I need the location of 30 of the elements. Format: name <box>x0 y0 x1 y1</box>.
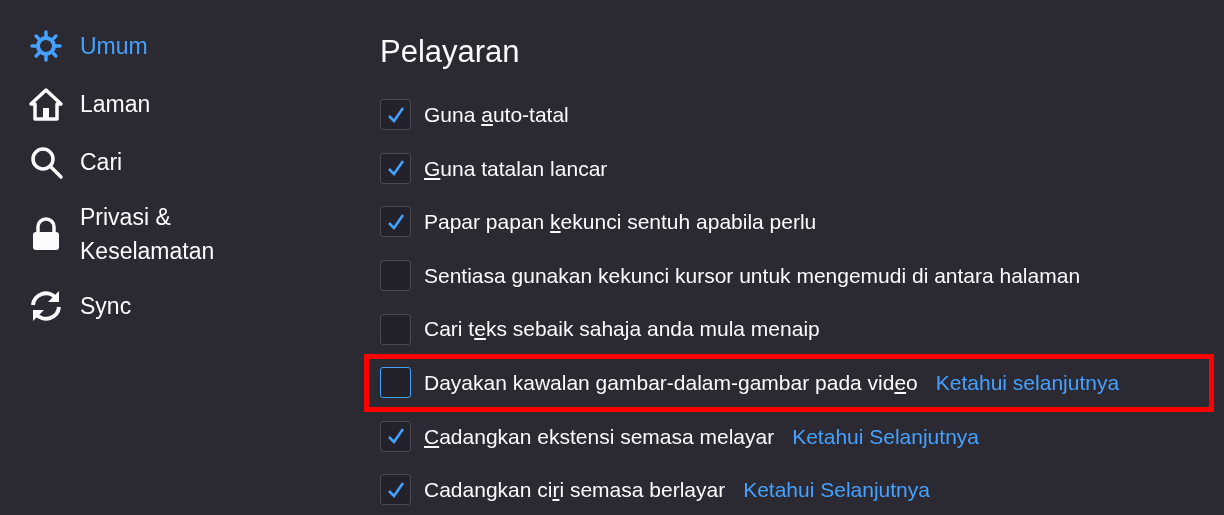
sidebar-item[interactable]: Sync <box>28 286 366 326</box>
home-icon <box>28 86 64 122</box>
section-title: Pelayaran <box>380 33 521 71</box>
option-label: Cadangkan ciri semasa berlayar <box>424 477 726 504</box>
checkmark-icon <box>385 212 406 232</box>
settings-icon <box>28 28 64 64</box>
checkbox[interactable] <box>380 260 411 292</box>
option-label: Guna tatalan lancar <box>424 155 608 182</box>
option-label: Papar papan kekunci sentuh apabila perlu <box>424 209 817 236</box>
checkbox[interactable] <box>380 152 411 184</box>
learn-more-link[interactable]: Ketahui Selanjutnya <box>743 474 930 506</box>
checkbox[interactable] <box>380 474 411 506</box>
checkbox[interactable] <box>380 313 411 345</box>
sync-icon <box>28 288 64 324</box>
option-label: Cadangkan ekstensi semasa melayar <box>424 423 775 450</box>
search-icon <box>28 144 64 180</box>
sidebar-item[interactable]: Cari <box>28 142 366 182</box>
sidebar-item[interactable]: Umum <box>28 26 366 66</box>
learn-more-link[interactable]: Ketahui selanjutnya <box>935 367 1120 399</box>
checkbox[interactable] <box>380 420 411 452</box>
option-label: Dayakan kawalan gambar-dalam-gambar pada video <box>424 370 918 396</box>
checkbox[interactable] <box>380 99 411 131</box>
checkbox[interactable] <box>380 367 411 399</box>
sidebar-item[interactable]: Laman <box>28 84 366 124</box>
option-label: Cari teks sebaik sahaja anda mula menaip <box>424 316 820 343</box>
checkbox[interactable] <box>380 206 411 238</box>
option-label: Sentiasa gunakan kekunci kursor untuk mengemudi di antara halaman <box>424 262 1081 289</box>
learn-more-link[interactable]: Ketahui Selanjutnya <box>792 420 979 453</box>
option-label: Guna auto-tatal <box>424 102 569 129</box>
sidebar-item[interactable]: Privasi & Keselamatan <box>28 200 366 268</box>
